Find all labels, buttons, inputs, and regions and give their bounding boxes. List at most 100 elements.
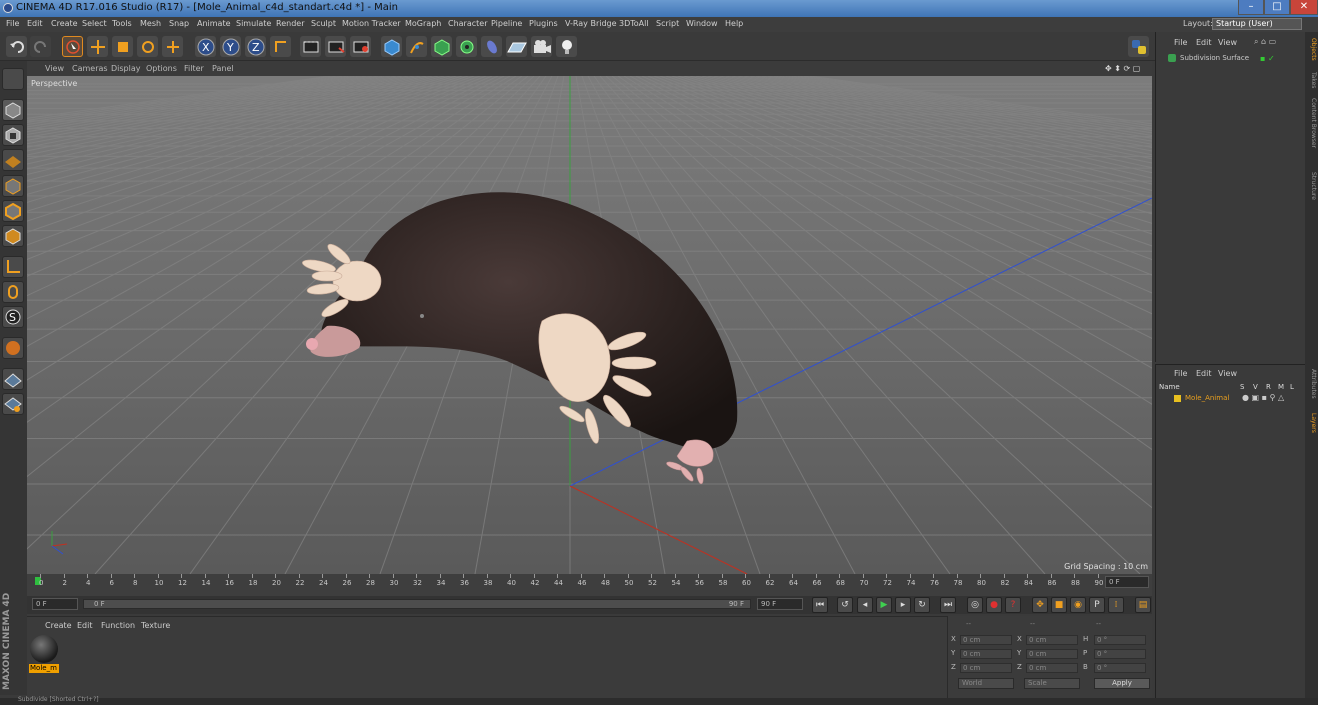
sculpt-brush-icon[interactable]	[2, 337, 24, 359]
viewport-menu-display[interactable]: Display	[111, 64, 141, 73]
cloner-icon[interactable]	[456, 36, 477, 57]
material-menu-texture[interactable]: Texture	[141, 621, 170, 630]
scale-icon[interactable]	[112, 36, 133, 57]
viewport-menu-options[interactable]: Options	[146, 64, 177, 73]
coordinate-mode-select[interactable]: World	[958, 678, 1014, 689]
menu-sculpt[interactable]: Sculpt	[311, 19, 336, 28]
camera-icon[interactable]	[531, 36, 552, 57]
frame-range-slider[interactable]: 0 F 90 F	[83, 599, 751, 609]
axis-mode-icon[interactable]	[2, 256, 24, 278]
goto-start-icon[interactable]: ⏮	[812, 597, 828, 613]
menu-mograph[interactable]: MoGraph	[405, 19, 441, 28]
coord-value-field[interactable]: 0 °	[1094, 649, 1146, 659]
object-search-icon[interactable]: ⌕ ⌂ ▭	[1254, 37, 1276, 47]
key-position-icon[interactable]: ✥	[1032, 597, 1048, 613]
play-icon[interactable]: ▶	[876, 597, 892, 613]
x-axis-icon[interactable]: X	[195, 36, 216, 57]
object-menu-view[interactable]: View	[1218, 38, 1237, 47]
menu-create[interactable]: Create	[51, 19, 78, 28]
menu-motion-tracker[interactable]: Motion Tracker	[342, 19, 401, 28]
coordinate-system-icon[interactable]	[270, 36, 291, 57]
rotate-icon[interactable]	[137, 36, 158, 57]
coord-value-field[interactable]: 0 cm	[1026, 663, 1078, 673]
menu-plugins[interactable]: Plugins	[529, 19, 558, 28]
prev-key-icon[interactable]: ↺	[837, 597, 853, 613]
points-mode-icon[interactable]	[2, 175, 24, 197]
end-frame-field[interactable]: 90 F	[757, 598, 803, 610]
model-mode-icon[interactable]	[2, 99, 24, 121]
minimize-button[interactable]: –	[1238, 0, 1264, 15]
texture-mode-icon[interactable]	[2, 124, 24, 146]
workplane-lock-icon[interactable]	[2, 368, 24, 390]
y-axis-icon[interactable]: Y	[220, 36, 241, 57]
current-frame-field[interactable]: 0 F	[1105, 576, 1149, 588]
object-visibility-check-icon[interactable]: ▪ ✓	[1260, 54, 1275, 63]
material-menu-function[interactable]: Function	[101, 621, 135, 630]
record-keys-icon[interactable]: ◎	[967, 597, 983, 613]
render-view-icon[interactable]	[300, 36, 321, 57]
menu-vray-bridge[interactable]: V-Ray Bridge	[565, 19, 617, 28]
key-rotation-icon[interactable]: ◉	[1070, 597, 1086, 613]
material-menu-create[interactable]: Create	[45, 621, 72, 630]
redo-icon[interactable]	[30, 36, 51, 57]
tab-objects[interactable]: Objects	[1306, 38, 1317, 61]
light-icon[interactable]	[556, 36, 577, 57]
prev-frame-icon[interactable]: ◂	[857, 597, 873, 613]
coord-value-field[interactable]: 0 °	[1094, 663, 1146, 673]
floor-icon[interactable]	[506, 36, 527, 57]
layer-row-mole-animal[interactable]: Mole_Animal ● ▣ ▪ ⚲ △	[1158, 393, 1304, 404]
close-button[interactable]: ✕	[1290, 0, 1318, 15]
goto-end-icon[interactable]: ⏭	[940, 597, 956, 613]
menu-simulate[interactable]: Simulate	[236, 19, 271, 28]
layout-select[interactable]: Startup (User)	[1212, 18, 1302, 30]
menu-character[interactable]: Character	[448, 19, 488, 28]
undo-icon[interactable]	[6, 36, 27, 57]
render-picture-viewer-icon[interactable]	[325, 36, 346, 57]
coord-value-field[interactable]: 0 cm	[960, 635, 1012, 645]
menu-tools[interactable]: Tools	[112, 19, 132, 28]
layer-menu-edit[interactable]: Edit	[1196, 369, 1212, 378]
viewport-menu-view[interactable]: View	[45, 64, 64, 73]
size-mode-select[interactable]: Scale	[1024, 678, 1080, 689]
polygons-mode-icon[interactable]	[2, 225, 24, 247]
subdivision-surface-icon[interactable]	[431, 36, 452, 57]
material-name[interactable]: Mole_m	[29, 664, 59, 673]
python-icon[interactable]	[1128, 36, 1149, 57]
transform-icon[interactable]	[162, 36, 183, 57]
planar-workplane-icon[interactable]	[2, 393, 24, 415]
key-pla-icon[interactable]: ⁞	[1108, 597, 1124, 613]
perspective-viewport[interactable]: Perspective Grid Spacing : 10 cm	[27, 76, 1152, 574]
cube-icon[interactable]	[381, 36, 402, 57]
layer-menu-view[interactable]: View	[1218, 369, 1237, 378]
layer-toggle-icons[interactable]: ● ▣ ▪ ⚲ △	[1242, 393, 1284, 402]
viewport-menu-filter[interactable]: Filter	[184, 64, 204, 73]
tab-attributes[interactable]: Attributes	[1306, 369, 1317, 399]
next-key-icon[interactable]: ↻	[914, 597, 930, 613]
menu-3dtoall[interactable]: 3DToAll	[619, 19, 649, 28]
tab-takes[interactable]: Takes	[1306, 72, 1317, 88]
key-parameter-icon[interactable]: P	[1089, 597, 1105, 613]
layer-color-swatch[interactable]	[1174, 395, 1181, 402]
object-menu-edit[interactable]: Edit	[1196, 38, 1212, 47]
viewport-nav-icons[interactable]: ✥ ⬍ ⟳ ▢	[1105, 64, 1140, 73]
coord-value-field[interactable]: 0 cm	[1026, 649, 1078, 659]
viewport-menu-panel[interactable]: Panel	[212, 64, 234, 73]
make-editable-icon[interactable]	[2, 68, 24, 90]
live-selection-icon[interactable]	[62, 36, 83, 57]
object-row-subdivision-surface[interactable]: Subdivision Surface ▪ ✓	[1158, 53, 1304, 65]
menu-edit[interactable]: Edit	[27, 19, 43, 28]
render-settings-icon[interactable]	[350, 36, 371, 57]
menu-window[interactable]: Window	[686, 19, 718, 28]
coord-value-field[interactable]: 0 cm	[1026, 635, 1078, 645]
material-swatch[interactable]	[30, 635, 58, 663]
tweak-mode-icon[interactable]	[2, 281, 24, 303]
apply-button[interactable]: Apply	[1094, 678, 1150, 689]
menu-render[interactable]: Render	[276, 19, 304, 28]
menu-pipeline[interactable]: Pipeline	[491, 19, 522, 28]
object-menu-file[interactable]: File	[1174, 38, 1187, 47]
menu-help[interactable]: Help	[725, 19, 743, 28]
move-icon[interactable]	[87, 36, 108, 57]
timeline-window-icon[interactable]: ▤	[1135, 597, 1151, 613]
edges-mode-icon[interactable]	[2, 200, 24, 222]
deformer-icon[interactable]	[481, 36, 502, 57]
